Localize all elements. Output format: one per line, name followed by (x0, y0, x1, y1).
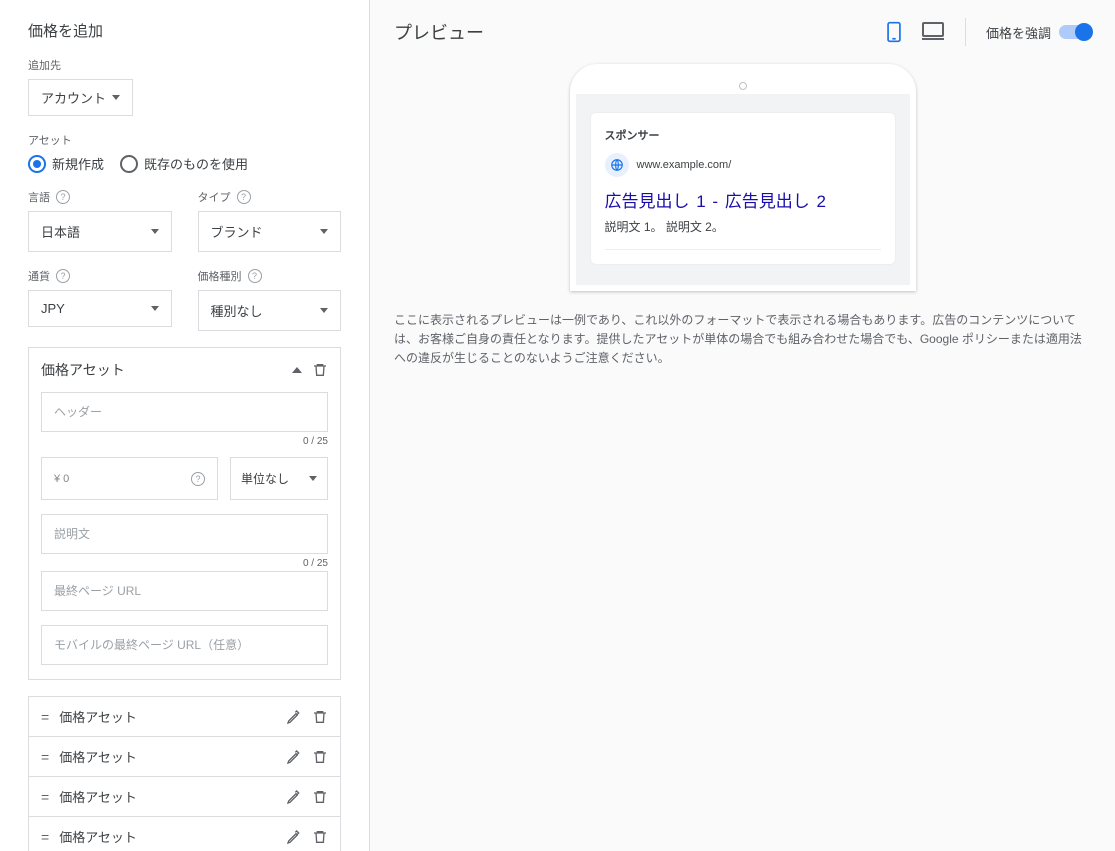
collapsed-asset-list: = 価格アセット = 価格アセット (28, 696, 341, 851)
drag-handle-icon[interactable]: = (41, 709, 49, 725)
qualifier-label: 価格種別 (198, 268, 242, 284)
unit-select[interactable]: 単位なし (230, 457, 328, 500)
drag-handle-icon[interactable]: = (41, 789, 49, 805)
chevron-down-icon (151, 306, 159, 311)
globe-icon (605, 153, 629, 177)
divider (605, 249, 881, 250)
chevron-up-icon[interactable] (292, 367, 302, 373)
help-icon[interactable]: ? (248, 269, 262, 283)
trash-icon[interactable] (312, 362, 328, 378)
trash-icon[interactable] (312, 789, 328, 805)
disclaimer-text: ここに表示されるプレビューは一例であり、これ以外のフォーマットで表示される場合も… (370, 291, 1115, 389)
collapsed-item-label: 価格アセット (59, 827, 137, 846)
right-panel: プレビュー 価格を強調 (370, 0, 1115, 851)
price-placeholder: ¥ 0 (54, 473, 69, 485)
type-value: ブランド (211, 222, 263, 241)
trash-icon[interactable] (312, 709, 328, 725)
collapsed-asset-item[interactable]: = 価格アセット (28, 817, 341, 851)
site-url: www.example.com/ (637, 159, 732, 171)
help-icon[interactable]: ? (56, 190, 70, 204)
emphasize-toggle[interactable] (1059, 25, 1091, 39)
final-url-input[interactable] (41, 571, 328, 611)
unit-value: 単位なし (241, 470, 289, 487)
radio-icon (28, 155, 46, 173)
asset-section-label: アセット (28, 132, 341, 148)
add-to-value: アカウント (41, 88, 106, 107)
radio-icon (120, 155, 138, 173)
collapsed-item-label: 価格アセット (59, 787, 137, 806)
radio-existing[interactable]: 既存のものを使用 (120, 154, 248, 173)
chevron-down-icon (112, 95, 120, 100)
header-input[interactable] (41, 392, 328, 432)
chevron-down-icon (320, 229, 328, 234)
currency-select[interactable]: JPY (28, 290, 172, 327)
collapsed-asset-item[interactable]: = 価格アセット (28, 777, 341, 817)
help-icon[interactable]: ? (56, 269, 70, 283)
price-asset-expanded: 価格アセット 0 / 25 ¥ 0 ? 単位なし (28, 347, 341, 680)
qualifier-value: 種別なし (211, 301, 263, 320)
header-counter: 0 / 25 (41, 436, 328, 447)
desktop-device-icon[interactable] (921, 21, 945, 43)
price-input[interactable]: ¥ 0 ? (41, 457, 218, 500)
collapsed-item-label: 価格アセット (59, 747, 137, 766)
description-input[interactable] (41, 514, 328, 554)
qualifier-select[interactable]: 種別なし (198, 290, 342, 331)
divider (965, 18, 966, 46)
drag-handle-icon[interactable]: = (41, 829, 49, 845)
chevron-down-icon (151, 229, 159, 234)
drag-handle-icon[interactable]: = (41, 749, 49, 765)
add-to-dropdown[interactable]: アカウント (28, 79, 133, 116)
language-label: 言語 (28, 189, 50, 205)
help-icon[interactable]: ? (237, 190, 251, 204)
pencil-icon[interactable] (286, 789, 302, 805)
pencil-icon[interactable] (286, 829, 302, 845)
sponsor-label: スポンサー (605, 127, 881, 143)
pencil-icon[interactable] (286, 749, 302, 765)
device-frame: スポンサー www.example.com/ 広告見出し 1 - 広告見出し 2… (570, 64, 916, 291)
language-value: 日本語 (41, 222, 80, 241)
collapsed-asset-item[interactable]: = 価格アセット (28, 696, 341, 737)
radio-existing-label: 既存のものを使用 (144, 154, 248, 173)
mobile-device-icon[interactable] (885, 21, 903, 43)
language-select[interactable]: 日本語 (28, 211, 172, 252)
radio-new-label: 新規作成 (52, 154, 104, 173)
chevron-down-icon (320, 308, 328, 313)
collapsed-asset-item[interactable]: = 価格アセット (28, 737, 341, 777)
currency-label: 通貨 (28, 268, 50, 284)
currency-value: JPY (41, 301, 65, 316)
help-icon[interactable]: ? (191, 472, 205, 486)
type-select[interactable]: ブランド (198, 211, 342, 252)
preview-title: プレビュー (394, 19, 484, 45)
trash-icon[interactable] (312, 749, 328, 765)
ad-description: 説明文 1。 説明文 2。 (605, 218, 881, 235)
ad-headline: 広告見出し 1 - 広告見出し 2 (605, 187, 881, 212)
description-counter: 0 / 25 (41, 558, 328, 569)
radio-new[interactable]: 新規作成 (28, 154, 104, 173)
page-title: 価格を追加 (28, 20, 341, 41)
chevron-down-icon (309, 476, 317, 481)
mobile-url-input[interactable] (41, 625, 328, 665)
left-panel: 価格を追加 追加先 アカウント アセット 新規作成 既存のものを使用 (0, 0, 370, 851)
speaker-icon (739, 82, 747, 90)
emphasize-label: 価格を強調 (986, 23, 1051, 42)
asset-title: 価格アセット (41, 360, 125, 380)
trash-icon[interactable] (312, 829, 328, 845)
type-label: タイプ (198, 189, 231, 205)
pencil-icon[interactable] (286, 709, 302, 725)
collapsed-item-label: 価格アセット (59, 707, 137, 726)
add-to-label: 追加先 (28, 57, 341, 73)
ad-card: スポンサー www.example.com/ 広告見出し 1 - 広告見出し 2… (590, 112, 896, 265)
